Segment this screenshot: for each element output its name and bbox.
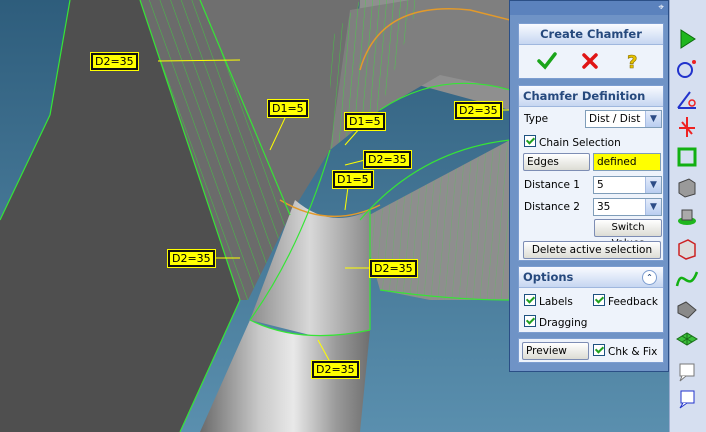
svg-text:?: ? [627,52,637,71]
circle-sketch-icon[interactable] [674,56,700,82]
checkbox-checked-icon[interactable] [524,135,536,147]
distance2-field[interactable]: 35 ▼ [593,198,662,216]
preview-button[interactable]: Preview [522,342,589,360]
distance1-label: Distance 1 [524,179,580,191]
dim-label-d1-center[interactable]: D1=5 [344,112,386,131]
chevron-down-icon[interactable]: ▼ [645,177,661,193]
chevron-down-icon[interactable]: ▼ [645,111,661,127]
dim-label-d1-lower[interactable]: D1=5 [332,170,374,189]
edges-button[interactable]: Edges [523,153,590,171]
distance1-value: 5 [597,179,604,191]
rectangle-icon[interactable] [674,144,700,170]
distance1-field[interactable]: 5 ▼ [593,176,662,194]
curve-icon[interactable] [674,266,700,292]
switch-values-button[interactable]: Switch Values [594,219,662,249]
labels-option-label: Labels [539,296,573,308]
angle-sketch-icon[interactable] [674,86,700,112]
labels-checkbox[interactable]: Labels [524,294,573,308]
dragging-checkbox[interactable]: Dragging [524,315,587,329]
type-select-value: Dist / Dist [589,113,641,125]
chamfer-header-group: Create Chamfer ? [518,23,664,79]
dim-label-d2-center[interactable]: D2=35 [363,150,412,169]
cube-icon[interactable] [674,236,700,262]
panel-title: Create Chamfer [519,24,663,45]
distance2-label: Distance 2 [524,201,580,213]
checkbox-checked-icon[interactable] [593,294,605,306]
options-header-label: Options [523,270,574,284]
pin-icon[interactable]: ⌖ [658,1,664,15]
dim-label-d2-lower-center[interactable]: D2=35 [369,259,418,278]
chk-fix-label: Chk & Fix [608,346,658,358]
dim-label-d2-left[interactable]: D2=35 [167,249,216,268]
chevron-down-icon[interactable]: ▼ [645,199,661,215]
dim-label-d1-upper[interactable]: D1=5 [267,99,309,118]
options-group: Options ⌃ Labels Feedback Dragging [518,266,664,333]
dim-label-d2-bottom[interactable]: D2=35 [311,360,360,379]
collapse-chevron-icon[interactable]: ⌃ [642,270,657,285]
edges-status-field: defined [593,153,661,171]
create-chamfer-panel: ⌖ Create Chamfer ? Chamfer Definition Ty… [509,0,669,372]
chk-fix-checkbox[interactable]: Chk & Fix [593,344,657,358]
dim-label-d2-top-left[interactable]: D2=35 [90,52,139,71]
cancel-x-icon[interactable] [581,52,599,70]
solid-box-icon[interactable] [674,174,700,200]
panel-titlebar: ⌖ [510,1,668,15]
options-header[interactable]: Options ⌃ [519,267,663,288]
type-select[interactable]: Dist / Dist ▼ [585,110,662,128]
comment-icon[interactable] [674,386,700,412]
distance2-value: 35 [597,201,611,213]
checkbox-checked-icon[interactable] [524,294,536,306]
checkbox-checked-icon[interactable] [593,344,605,356]
dimension-icon[interactable] [674,114,700,140]
help-question-icon[interactable]: ? [625,51,641,71]
ok-check-icon[interactable] [537,52,557,70]
feedback-option-label: Feedback [608,296,659,308]
extrude-icon[interactable] [674,204,700,230]
dragging-option-label: Dragging [539,317,588,329]
play-icon[interactable] [674,26,700,52]
chamfer-definition-group: Chamfer Definition Type Dist / Dist ▼ Ch… [518,85,664,261]
note-icon[interactable] [674,358,700,384]
checkbox-checked-icon[interactable] [524,315,536,327]
mesh-icon[interactable] [674,326,700,352]
delete-active-selection-button[interactable]: Delete active selection [523,241,661,259]
chamfer-definition-header: Chamfer Definition [519,86,663,107]
feedback-checkbox[interactable]: Feedback [593,294,658,308]
dim-label-d2-right[interactable]: D2=35 [454,101,503,120]
right-toolbar [669,0,706,432]
chain-selection-checkbox[interactable]: Chain Selection [524,135,621,149]
preview-group: Preview Chk & Fix [518,338,664,363]
loft-icon[interactable] [674,296,700,322]
chain-selection-label: Chain Selection [539,137,621,149]
type-label: Type [524,113,549,125]
